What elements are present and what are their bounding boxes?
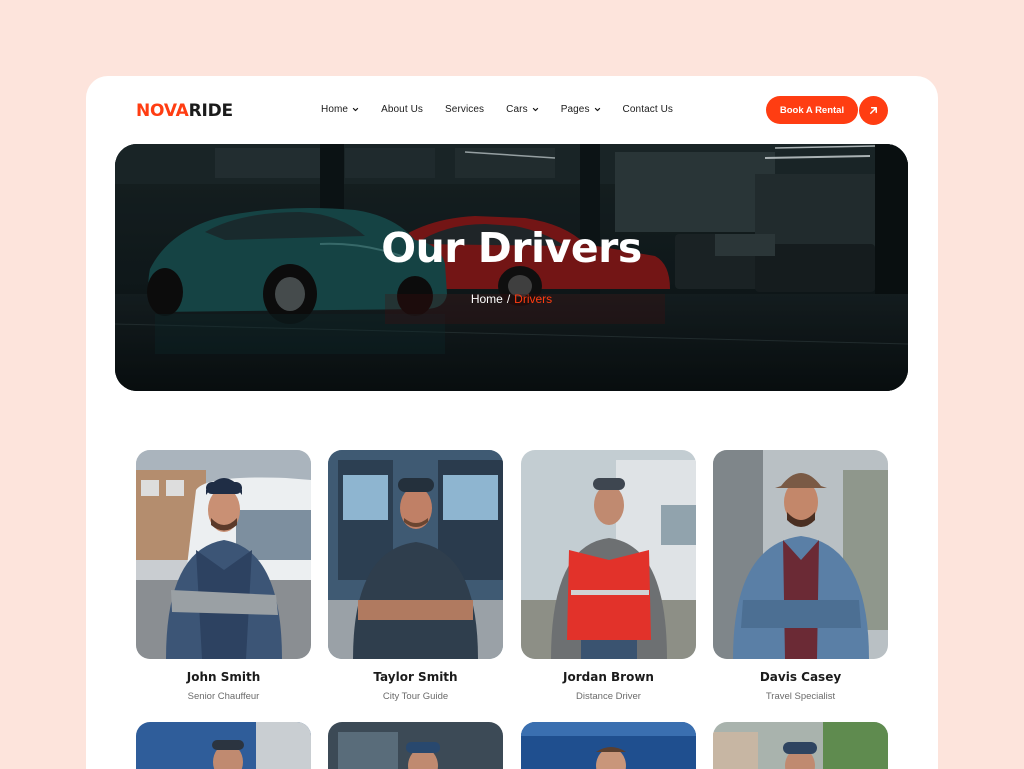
driver-card[interactable]: Jordan Brown Distance Driver: [521, 450, 696, 702]
driver-name: Taylor Smith: [373, 670, 458, 684]
book-rental-arrow-button[interactable]: [859, 96, 888, 125]
driver-role: Senior Chauffeur: [187, 691, 260, 702]
brand-logo-part2: RIDE: [188, 101, 234, 121]
nav-item-label: Pages: [560, 104, 590, 115]
driver-name: Davis Casey: [759, 670, 842, 684]
nav-item-cars[interactable]: Cars: [506, 104, 539, 115]
nav-item-pages[interactable]: Pages: [561, 104, 601, 115]
chevron-down-icon: [352, 107, 359, 112]
driver-name: John Smith: [186, 670, 261, 684]
nav-item-about[interactable]: About Us: [381, 104, 423, 115]
chevron-down-icon: [594, 107, 600, 112]
arrow-up-right-icon: [870, 107, 877, 114]
nav-item-contact[interactable]: Contact Us: [623, 104, 673, 115]
driver-photo: [136, 450, 311, 659]
driver-role: Travel Specialist: [765, 691, 836, 702]
driver-card[interactable]: Davis Casey Travel Specialist: [713, 450, 888, 702]
breadcrumb-current: Drivers: [514, 292, 553, 306]
breadcrumb-separator: /: [506, 292, 511, 306]
breadcrumb-home-link[interactable]: Home: [471, 292, 503, 306]
chevron-down-icon: [532, 107, 538, 112]
driver-card[interactable]: Taylor Smith City Tour Guide: [328, 450, 503, 702]
driver-photo: [328, 450, 503, 659]
driver-card[interactable]: John Smith Senior Chauffeur: [136, 450, 311, 702]
book-rental-button[interactable]: Book A Rental: [766, 96, 858, 124]
driver-role: Distance Driver: [576, 691, 641, 702]
driver-photo: [713, 450, 888, 659]
main-nav: Home About Us Services Cars Pages Contac…: [321, 104, 695, 115]
page-title: Our Drivers: [381, 224, 642, 272]
nav-item-label: Home: [321, 104, 349, 115]
driver-photo[interactable]: [136, 722, 311, 769]
driver-role: City Tour Guide: [382, 691, 449, 702]
driver-photo: [521, 450, 696, 659]
page-card: NOVARIDE Home About Us Services Cars Pag…: [86, 76, 938, 769]
driver-photo[interactable]: [521, 722, 696, 769]
breadcrumb: Home / Drivers: [115, 292, 908, 306]
nav-item-label: Services: [445, 104, 485, 115]
nav-item-services[interactable]: Services: [445, 104, 484, 115]
nav-item-label: About Us: [381, 104, 424, 115]
driver-name: Jordan Brown: [563, 670, 654, 684]
brand-logo-part1: NOVA: [136, 101, 189, 121]
hero-banner: Our Drivers Home / Drivers: [115, 144, 908, 391]
nav-item-home[interactable]: Home: [321, 104, 359, 115]
nav-item-label: Cars: [506, 104, 528, 115]
nav-item-label: Contact Us: [622, 104, 674, 115]
driver-photo[interactable]: [328, 722, 503, 769]
brand-logo[interactable]: NOVARIDE: [136, 101, 233, 121]
driver-photo[interactable]: [713, 722, 888, 769]
